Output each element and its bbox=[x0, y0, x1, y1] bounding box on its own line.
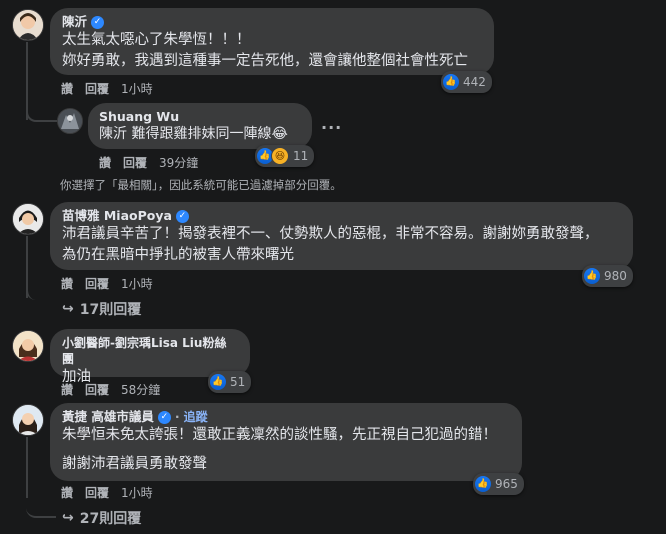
reply-connector bbox=[26, 498, 56, 518]
reply-button[interactable]: 回覆 bbox=[123, 155, 147, 171]
comment-bubble: Shuang Wu 陳沂 難得跟雞排妹同一陣線😂 bbox=[88, 103, 312, 149]
view-replies-link[interactable]: ↪ 17則回覆 bbox=[62, 299, 141, 319]
reaction-summary[interactable]: 👍 442 bbox=[441, 71, 492, 93]
follow-button[interactable]: 追蹤 bbox=[184, 409, 208, 425]
thread-line bbox=[26, 437, 28, 498]
like-reaction-icon: 👍 bbox=[443, 74, 459, 90]
like-reaction-icon: 👍 bbox=[584, 268, 600, 284]
comment-author: 苗博雅 MiaoPoya ✓ bbox=[62, 208, 621, 224]
comment-author: 陳沂 ✓ bbox=[62, 14, 482, 30]
comment-text: 陳沂 難得跟雞排妹同一陣線😂 bbox=[99, 126, 288, 142]
avatar[interactable] bbox=[57, 108, 83, 134]
more-options-icon[interactable]: ··· bbox=[321, 118, 342, 137]
view-replies-link[interactable]: ↪ 27則回覆 bbox=[62, 508, 141, 528]
comment-bubble: 陳沂 ✓ 太生氣太噁心了朱學恆！！！ 妳好勇敢，我遇到這種事一定告死他，還會讓他… bbox=[50, 8, 494, 75]
reaction-count: 980 bbox=[604, 269, 627, 283]
reaction-count: 51 bbox=[230, 375, 246, 389]
author-name[interactable]: 黃捷 高雄市議員 bbox=[62, 409, 154, 425]
reaction-count: 442 bbox=[463, 75, 486, 89]
reply-button[interactable]: 回覆 bbox=[85, 81, 109, 97]
reaction-count: 965 bbox=[495, 477, 518, 491]
reply-arrow-icon: ↪ bbox=[62, 301, 74, 317]
like-reaction-icon: 👍 bbox=[210, 374, 226, 390]
author-name[interactable]: 苗博雅 MiaoPoya bbox=[62, 208, 172, 224]
comment-actions: 讚 回覆 39分鐘 bbox=[99, 155, 198, 171]
avatar-image bbox=[13, 331, 43, 361]
like-reaction-icon: 👍 bbox=[475, 476, 491, 492]
comment-bubble: 苗博雅 MiaoPoya ✓ 沛君議員辛苦了！揭發表裡不一、仗勢欺人的惡棍，非常… bbox=[50, 202, 633, 270]
avatar-image bbox=[58, 109, 82, 133]
author-name[interactable]: 小劉醫師-劉宗瑀Lisa Liu粉絲團 bbox=[62, 335, 238, 367]
reaction-summary[interactable]: 👍 980 bbox=[582, 265, 633, 287]
like-button[interactable]: 讚 bbox=[61, 382, 73, 398]
timestamp[interactable]: 1小時 bbox=[121, 485, 153, 501]
reply-button[interactable]: 回覆 bbox=[85, 382, 109, 398]
replies-count: 27則回覆 bbox=[79, 511, 142, 527]
like-button[interactable]: 讚 bbox=[61, 276, 73, 292]
author-name[interactable]: Shuang Wu bbox=[99, 109, 301, 125]
avatar-image bbox=[13, 204, 43, 234]
verified-badge-icon: ✓ bbox=[91, 15, 105, 29]
reply-connector bbox=[26, 100, 58, 122]
reply-connector bbox=[26, 280, 58, 300]
like-button[interactable]: 讚 bbox=[99, 155, 111, 171]
timestamp[interactable]: 39分鐘 bbox=[159, 155, 198, 171]
reply-button[interactable]: 回覆 bbox=[85, 485, 109, 501]
comment-author: 黃捷 高雄市議員 ✓ · 追蹤 bbox=[62, 409, 510, 425]
comment-text-2: 謝謝沛君議員勇敢發聲 bbox=[62, 456, 207, 472]
comment-actions: 讚 回覆 1小時 bbox=[61, 81, 153, 97]
comment-actions: 讚 回覆 1小時 bbox=[61, 485, 153, 501]
like-button[interactable]: 讚 bbox=[61, 485, 73, 501]
haha-reaction-icon: 😆 bbox=[271, 147, 289, 165]
verified-badge-icon: ✓ bbox=[157, 410, 171, 424]
filter-notice: 你選擇了「最相關」，因此系統可能已過濾掉部分回覆。 bbox=[60, 178, 342, 192]
avatar[interactable] bbox=[12, 9, 44, 41]
separator-dot: · bbox=[174, 409, 180, 424]
reaction-summary[interactable]: 👍 51 bbox=[208, 371, 252, 393]
timestamp[interactable]: 1小時 bbox=[121, 81, 153, 97]
reaction-count: 11 bbox=[293, 149, 309, 163]
avatar-image bbox=[13, 405, 43, 435]
author-name[interactable]: 陳沂 bbox=[62, 14, 87, 30]
comment-actions: 讚 回覆 1小時 bbox=[61, 276, 153, 292]
reaction-summary[interactable]: 👍 965 bbox=[473, 473, 524, 495]
avatar[interactable] bbox=[12, 404, 44, 436]
comment-bubble: 黃捷 高雄市議員 ✓ · 追蹤 朱學恒未免太誇張！還敢正義凜然的談性騷，先正視自… bbox=[50, 403, 522, 481]
reply-button[interactable]: 回覆 bbox=[85, 276, 109, 292]
avatar-image bbox=[13, 10, 43, 40]
comment-text: 朱學恒未免太誇張！還敢正義凜然的談性騷，先正視自己犯過的錯！ bbox=[62, 427, 497, 443]
replies-count: 17則回覆 bbox=[79, 302, 142, 318]
verified-badge-icon: ✓ bbox=[175, 209, 189, 223]
avatar[interactable] bbox=[12, 330, 44, 362]
timestamp[interactable]: 58分鐘 bbox=[121, 382, 160, 398]
reply-arrow-icon: ↪ bbox=[62, 510, 74, 526]
comment-bubble: 小劉醫師-劉宗瑀Lisa Liu粉絲團 加油 bbox=[50, 329, 250, 385]
timestamp[interactable]: 1小時 bbox=[121, 276, 153, 292]
comment-text: 太生氣太噁心了朱學恆！！！ 妳好勇敢，我遇到這種事一定告死他，還會讓他整個社會性… bbox=[62, 32, 468, 69]
reaction-summary[interactable]: 👍 😆 11 bbox=[255, 145, 315, 167]
comment-text: 沛君議員辛苦了！揭發表裡不一、仗勢欺人的惡棍，非常不容易。謝謝妳勇敢發聲， 為仍… bbox=[62, 226, 599, 263]
like-button[interactable]: 讚 bbox=[61, 81, 73, 97]
comment-actions: 讚 回覆 58分鐘 bbox=[61, 382, 160, 398]
avatar[interactable] bbox=[12, 203, 44, 235]
